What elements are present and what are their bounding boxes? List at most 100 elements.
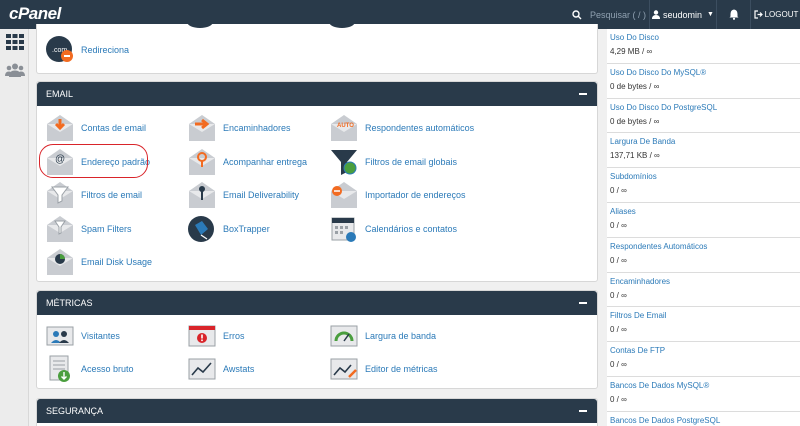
item-label: Largura de banda [365,331,437,341]
item-label: Importador de endereços [365,190,466,200]
stats-sidebar: Uso Do Disco 4,29 MB / ∞ Uso Do Disco Do … [607,29,800,426]
envelope-key-icon [189,182,215,208]
bandwidth-link[interactable]: Largura de banda [329,322,436,350]
envelope-auto-icon: AUTO [331,115,357,141]
awstats-link[interactable]: Awstats [187,355,254,383]
email-deliverability-link[interactable]: Email Deliverability [187,181,299,209]
logout-icon [754,10,763,19]
security-panel: SEGURANÇA [36,398,598,426]
stat-label[interactable]: Contas De FTP [610,346,797,355]
error-icon [188,325,216,347]
boxtrapper-link[interactable]: BoxTrapper [187,215,270,243]
stat-value: 0 / ∞ [610,394,627,404]
item-label: Filtros de email globais [365,157,458,167]
item-label: Contas de email [81,123,147,133]
document-download-icon [49,355,70,382]
email-panel: EMAIL Contas de email Encaminhadores AUT… [36,81,598,282]
item-label: BoxTrapper [223,224,270,234]
visitors-link[interactable]: Visitantes [45,322,120,350]
highlight-annotation [39,144,148,178]
stat-value: 0 de bytes / ∞ [610,81,660,91]
stat-value: 0 / ∞ [610,325,627,335]
stat-value: 0 / ∞ [610,220,627,230]
envelope-chart-icon [47,249,73,275]
stat-email-filters: Filtros De Email 0 / ∞ [607,307,800,343]
boxtrapper-icon [188,216,214,242]
envelope-spam-icon [47,216,73,242]
collapse-icon[interactable] [579,302,587,304]
chart-edit-icon [330,358,358,380]
email-accounts-link[interactable]: Contas de email [45,114,146,142]
item-label: Calendários e contatos [365,224,458,234]
stat-postgres-databases: Bancos De Dados PostgreSQL [607,411,800,426]
calendars-contacts-link[interactable]: Calendários e contatos [329,215,457,243]
stat-ftp-accounts: Contas De FTP 0 / ∞ [607,342,800,377]
item-label: Awstats [223,364,255,374]
username: seudomin [663,9,703,20]
item-label: Encaminhadores [223,123,291,133]
stat-label[interactable]: Uso Do Disco [610,33,797,42]
errors-link[interactable]: Erros [187,322,245,350]
cpanel-logo[interactable]: cPanel [9,4,61,24]
search-placeholder[interactable]: Pesquisar ( / ) [590,10,646,20]
stat-value: 0 / ∞ [610,186,627,196]
bell-icon [729,9,739,20]
user-icon [652,10,661,19]
stat-label: Uso Do Disco Do MySQL® [610,67,707,77]
stat-label[interactable]: Encaminhadores [610,277,797,286]
redirects-link[interactable]: .com Redireciona [45,36,129,64]
funnel-globe-icon [331,150,357,175]
forwarders-link[interactable]: Encaminhadores [187,114,291,142]
panel-title: SEGURANÇA [46,406,104,416]
logout-label: LOGOUT [764,10,799,19]
user-menu[interactable]: seudomin ▼ [649,0,717,29]
item-label: Email Disk Usage [81,257,153,267]
calendar-icon [331,217,356,242]
metrics-panel-header[interactable]: MÉTRICAS [37,291,597,315]
collapse-icon[interactable] [579,93,587,95]
metrics-editor-link[interactable]: Editor de métricas [329,355,438,383]
raw-access-link[interactable]: Acesso bruto [45,355,134,383]
domains-panel: .com Redireciona [36,20,598,74]
track-delivery-link[interactable]: Acompanhar entrega [187,148,307,176]
item-label: Email Deliverability [223,190,300,200]
stat-bandwidth: Largura De Banda 137,71 KB / ∞ [607,133,800,169]
stat-subdomains: Subdomínios 0 / ∞ [607,168,800,203]
security-panel-header[interactable]: SEGURANÇA [37,399,597,423]
email-panel-header[interactable]: EMAIL [37,82,597,106]
visitors-icon [46,326,74,346]
email-disk-usage-link[interactable]: Email Disk Usage [45,248,152,276]
envelope-import-icon [331,182,357,208]
autoresponders-link[interactable]: AUTO Respondentes automáticos [329,114,474,142]
item-label: Editor de métricas [365,364,438,374]
logout-button[interactable]: LOGOUT [752,0,800,29]
stat-label[interactable]: Largura De Banda [610,137,797,146]
stat-value: 137,71 KB / ∞ [610,151,660,161]
panel-title: MÉTRICAS [46,298,93,308]
address-importer-link[interactable]: Importador de endereços [329,181,466,209]
stat-value: 0 / ∞ [610,360,627,370]
users-icon[interactable] [5,62,25,78]
item-label: Visitantes [81,331,120,341]
spam-filters-link[interactable]: Spam Filters [45,215,132,243]
collapse-icon[interactable] [579,410,587,412]
stat-autoresponders: Respondentes Automáticos 0 / ∞ [607,237,800,273]
grid-icon[interactable] [6,34,24,50]
stat-label[interactable]: Bancos De Dados PostgreSQL [610,416,797,425]
stat-label[interactable]: Filtros De Email [610,311,797,320]
stat-label[interactable]: Subdomínios [610,172,797,181]
chevron-down-icon: ▼ [707,11,714,18]
stat-value: 0 / ∞ [610,255,627,265]
email-filters-link[interactable]: Filtros de email [45,181,142,209]
stat-label[interactable]: Aliases [610,207,797,216]
stat-value: 4,29 MB / ∞ [610,47,653,56]
svg-text:AUTO: AUTO [337,123,354,129]
stat-label[interactable]: Respondentes Automáticos [610,242,797,251]
stat-label[interactable]: Bancos De Dados MySQL® [610,381,797,390]
left-rail [0,29,29,426]
notifications-button[interactable] [718,0,751,29]
redirect-label: Redireciona [81,45,130,55]
envelope-pin-icon [189,149,215,175]
stat-aliases: Aliases 0 / ∞ [607,202,800,238]
global-filters-link[interactable]: Filtros de email globais [329,148,457,176]
